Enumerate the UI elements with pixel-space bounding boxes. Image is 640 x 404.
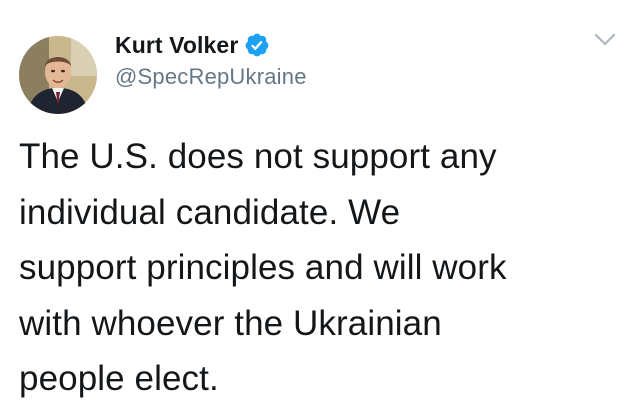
tweet-text-line: The U.S. does not support any bbox=[19, 137, 497, 176]
tweet-text-line: individual candidate. We bbox=[19, 192, 401, 232]
verified-badge-icon bbox=[244, 32, 270, 58]
tweet-text: The U.S. does not support any individual… bbox=[19, 129, 629, 404]
tweet-text-line: support principles and will work bbox=[19, 248, 507, 287]
tweet-text-line: with whoever the Ukrainian bbox=[19, 303, 442, 343]
avatar[interactable] bbox=[19, 36, 97, 114]
chevron-down-icon[interactable] bbox=[592, 30, 618, 50]
profile-photo bbox=[19, 36, 97, 114]
tweet-text-line: people elect. bbox=[19, 359, 219, 398]
author-handle[interactable]: @SpecRepUkraine bbox=[115, 64, 307, 90]
author-name-row: Kurt Volker bbox=[115, 30, 307, 60]
tweet-card: Kurt Volker @SpecRepUkraine The U.S. doe… bbox=[0, 0, 640, 404]
author-display-name[interactable]: Kurt Volker bbox=[115, 32, 238, 59]
tweet-author: Kurt Volker @SpecRepUkraine bbox=[115, 30, 307, 90]
